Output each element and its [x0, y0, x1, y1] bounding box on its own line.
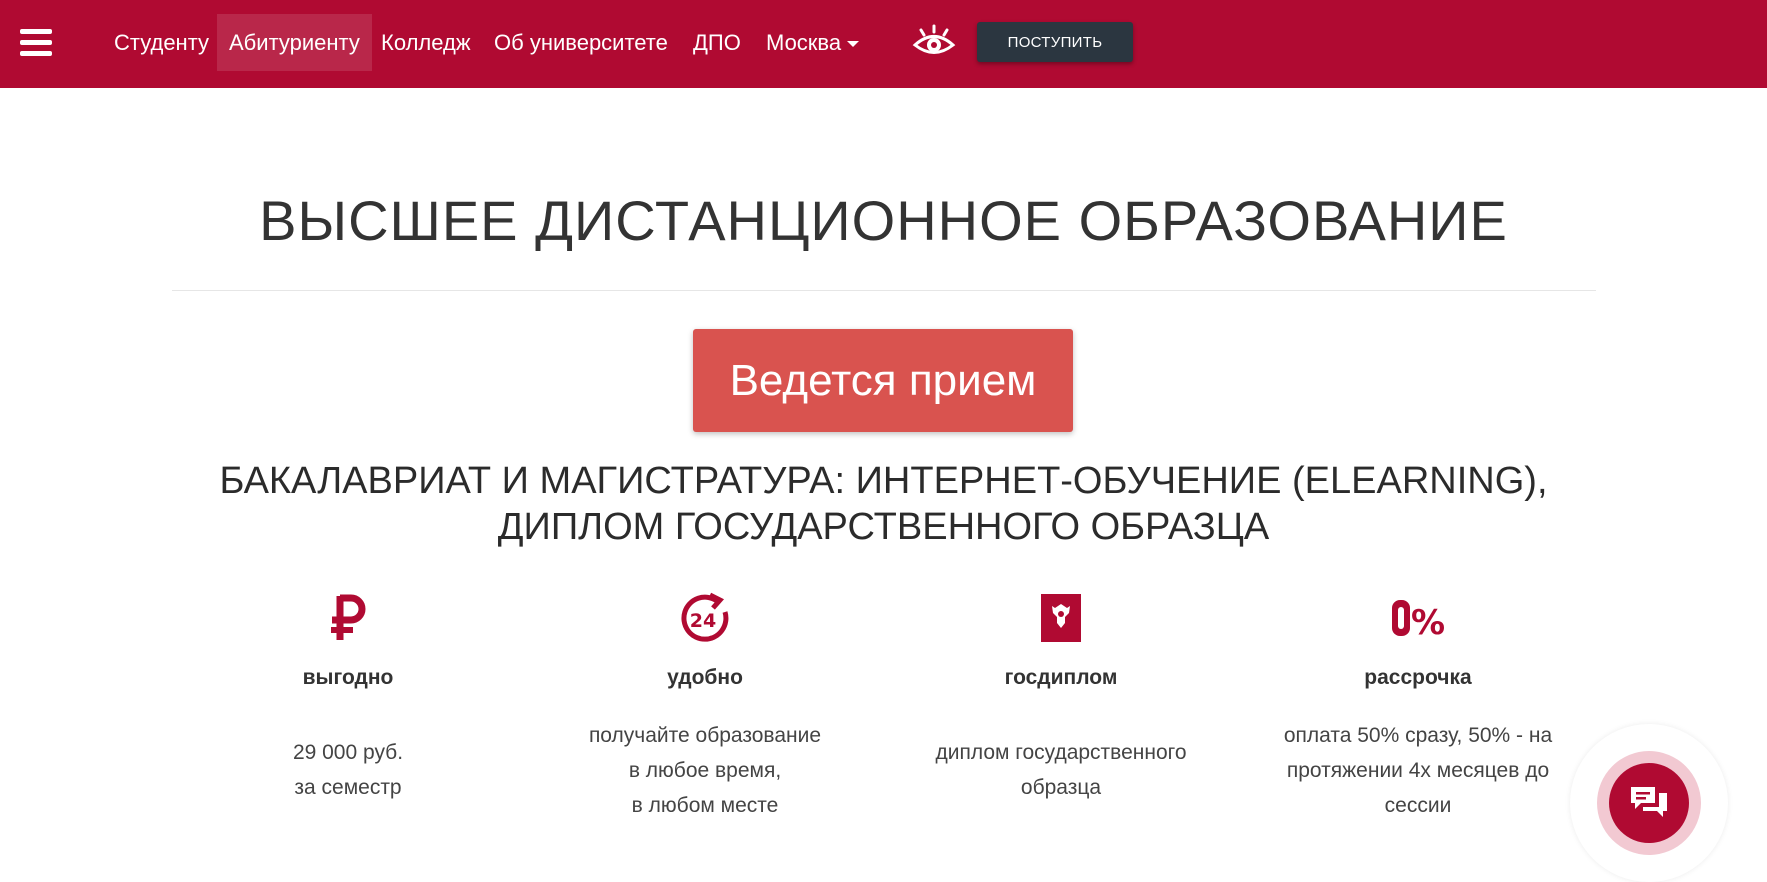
- caret-down-icon: [847, 41, 860, 48]
- feature-installment: % рассрочка оплата 50% сразу, 50% - на п…: [1258, 590, 1578, 823]
- subtitle-line-1: БАКАЛАВРИАТ И МАГИСТРАТУРА: ИНТЕРНЕТ-ОБУ…: [219, 460, 1548, 502]
- svg-text:24: 24: [690, 610, 716, 632]
- top-navbar: Студенту Абитуриенту Колледж Об универси…: [0, 0, 1767, 88]
- nav-item-city-dropdown[interactable]: Москва: [766, 14, 860, 71]
- nav-item-college[interactable]: Колледж: [381, 14, 471, 71]
- feature-profitable: выгодно 29 000 руб. за семестр: [188, 590, 508, 805]
- feature-desc-line: получайте образование: [588, 724, 822, 747]
- feature-desc-line: протяжении 4х месяцев до: [1286, 759, 1550, 782]
- feature-desc-line: в любом месте: [631, 794, 779, 817]
- nav-item-dpo[interactable]: ДПО: [693, 14, 741, 71]
- feature-convenient: 24 удобно получайте образование в любое …: [545, 590, 865, 823]
- eye-icon[interactable]: [912, 24, 956, 60]
- feature-desc-line: диплом государственного: [935, 741, 1187, 764]
- admission-open-button[interactable]: Ведется прием: [693, 329, 1073, 432]
- state-emblem-diploma-icon: [1041, 594, 1081, 642]
- feature-desc-line: оплата 50% сразу, 50% - на: [1283, 724, 1553, 747]
- chat-bubbles-icon: [1631, 787, 1667, 817]
- feature-title: рассрочка: [1364, 666, 1472, 689]
- feature-desc-line: 29 000 руб.: [292, 741, 404, 764]
- feature-title: госдиплом: [1004, 666, 1118, 689]
- feature-description: оплата 50% сразу, 50% - на протяжении 4х…: [1258, 718, 1578, 823]
- feature-desc-line: сессии: [1384, 794, 1452, 817]
- chat-button[interactable]: [1609, 763, 1689, 843]
- apply-button[interactable]: ПОСТУПИТЬ: [977, 22, 1133, 62]
- ruble-icon: [331, 594, 366, 640]
- page-title: ВЫСШЕЕ ДИСТАНЦИОННОЕ ОБРАЗОВАНИЕ: [259, 189, 1508, 252]
- zero-percent-icon: %: [1392, 600, 1445, 643]
- clock-24-icon: 24: [681, 592, 729, 642]
- city-label: Москва: [766, 30, 842, 55]
- feature-description: 29 000 руб. за семестр: [188, 735, 508, 805]
- feature-title: удобно: [667, 666, 743, 689]
- nav-item-student[interactable]: Студенту: [114, 14, 209, 71]
- svg-text:%: %: [1411, 603, 1445, 643]
- feature-description: получайте образование в любое время, в л…: [545, 718, 865, 823]
- feature-desc-line: за семестр: [294, 776, 402, 799]
- hamburger-menu-icon[interactable]: [20, 29, 52, 57]
- feature-state-diploma: госдиплом диплом государственного образц…: [901, 590, 1221, 805]
- programs-subtitle: БАКАЛАВРИАТ И МАГИСТРАТУРА: ИНТЕРНЕТ-ОБУ…: [0, 458, 1767, 550]
- feature-desc-line: в любое время,: [628, 759, 782, 782]
- feature-desc-line: образца: [1020, 776, 1102, 799]
- feature-title: выгодно: [302, 666, 394, 689]
- divider: [172, 290, 1596, 291]
- nav-item-about-university[interactable]: Об университете: [494, 14, 668, 71]
- feature-description: диплом государственного образца: [901, 735, 1221, 805]
- subtitle-line-2: ДИПЛОМ ГОСУДАРСТВЕННОГО ОБРАЗЦА: [497, 506, 1270, 548]
- nav-item-applicant[interactable]: Абитуриенту: [217, 14, 372, 71]
